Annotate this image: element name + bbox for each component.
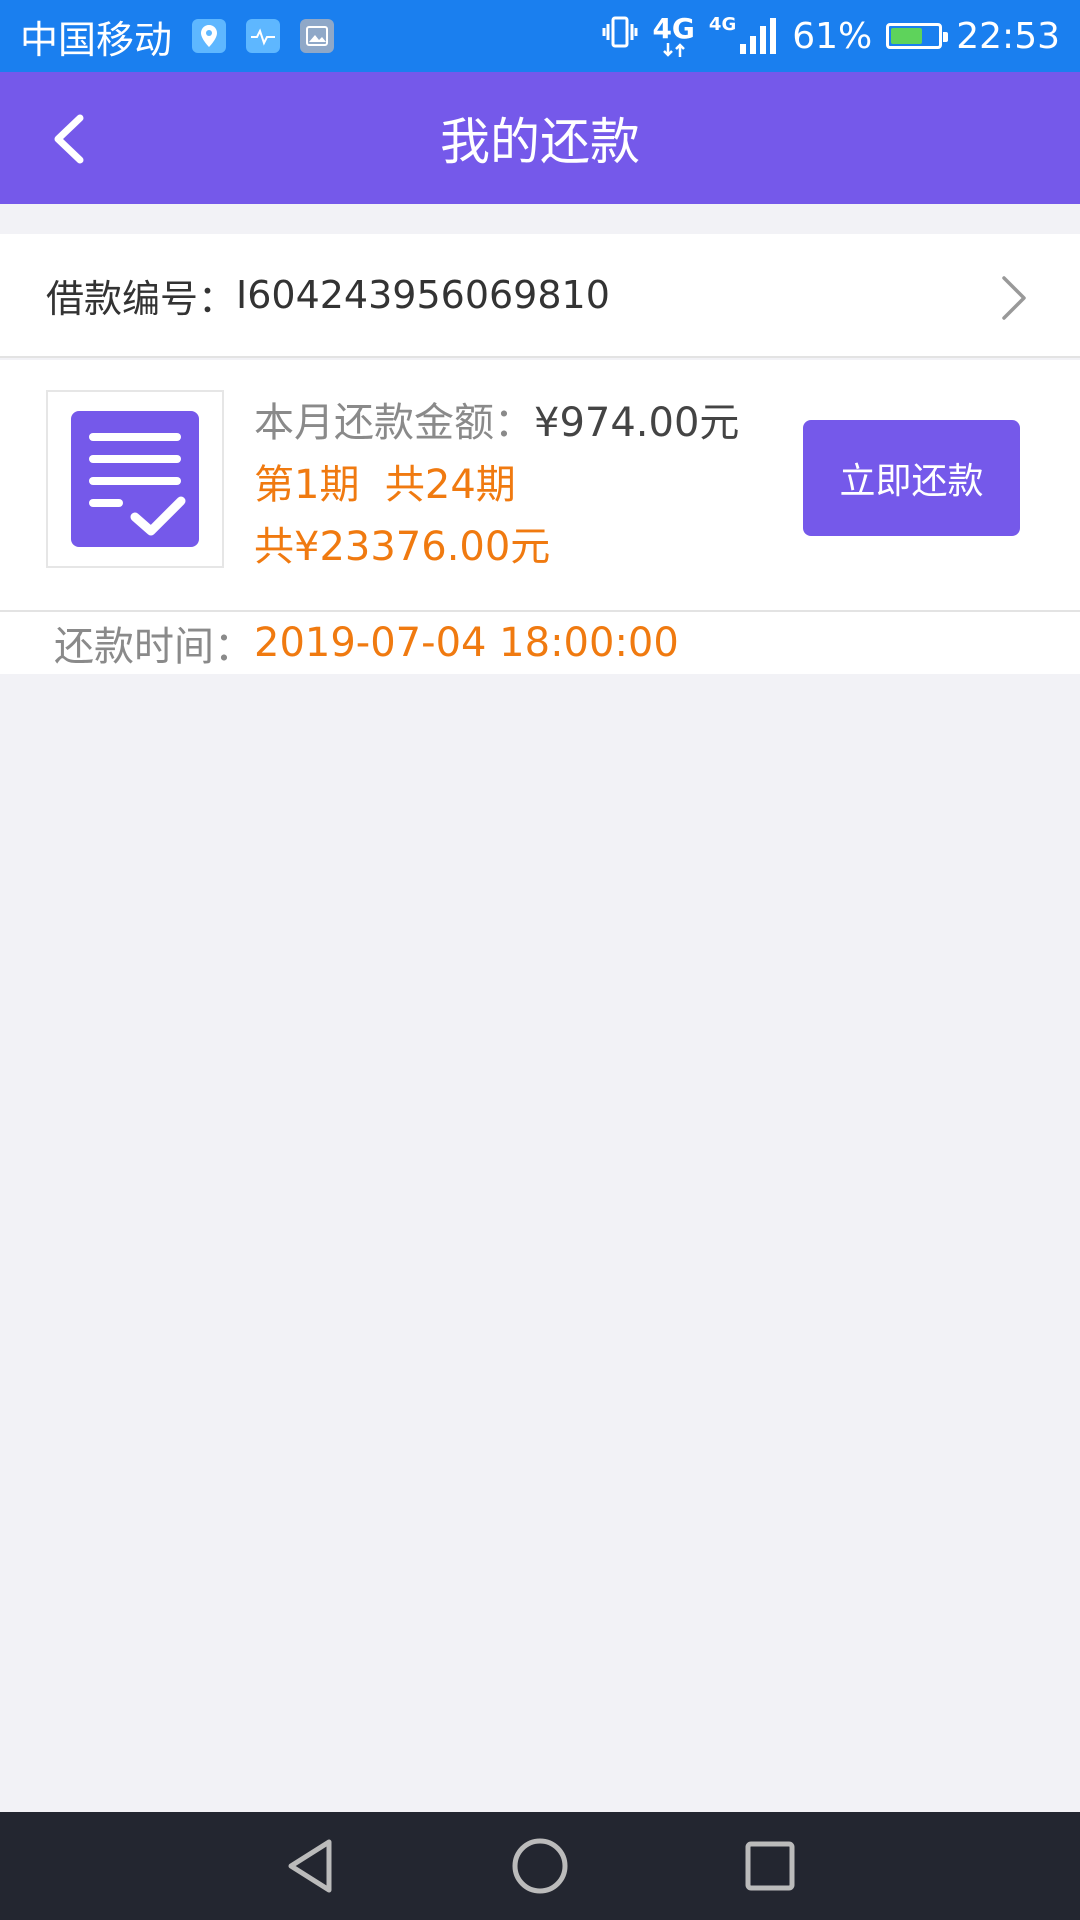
monthly-amount-label: 本月还款金额： [254,400,534,446]
signal-icon: 4G [709,16,778,56]
health-app-icon [246,19,281,53]
square-recents-icon [745,1841,795,1891]
document-check-icon [71,411,199,547]
battery-level-fill [891,28,922,44]
repayment-time-row: 还款时间： 2019-07-04 18:00:00 [0,612,1080,674]
repayment-info: 本月还款金额：¥974.00元 第1期 共24期 共¥23376.00元 [254,392,739,578]
total-amount: 共¥23376.00元 [254,524,551,570]
circle-home-icon [512,1838,568,1894]
repayment-time-label: 还款时间： [54,624,254,670]
monthly-amount-line: 本月还款金额：¥974.00元 [254,392,739,454]
clock: 22:53 [956,15,1060,57]
page-title: 我的还款 [440,113,640,171]
vibrate-icon [602,14,638,59]
system-navigation-bar [0,1812,1080,1920]
period-total: 共24期 [384,462,516,508]
bill-thumbnail [46,390,224,568]
status-bar: 中国移动 4G 4G 61% 22:53 [0,0,1080,72]
location-app-icon [192,19,227,53]
repayment-card: 本月还款金额：¥974.00元 第1期 共24期 共¥23376.00元 立即还… [0,360,1080,612]
app-header: 我的还款 [0,72,1080,204]
network-4g-icon: 4G [652,12,695,57]
chevron-left-icon [54,114,84,164]
battery-percent: 61% [792,15,873,57]
repayment-time-value: 2019-07-04 18:00:00 [254,620,679,666]
pay-now-button[interactable]: 立即还款 [803,420,1020,536]
period-line: 第1期 共24期 [254,454,739,516]
network-4g-small-label: 4G [708,14,737,35]
nav-recents-button[interactable] [740,1836,800,1896]
chevron-right-icon [1000,274,1028,322]
triangle-back-icon [288,1839,332,1893]
loan-number-row[interactable]: 借款编号： I604243956069810 [0,234,1080,358]
period-current: 第1期 [254,462,360,508]
monthly-amount-value: ¥974.00元 [534,400,740,446]
carrier-name: 中国移动 [20,17,173,62]
nav-home-button[interactable] [510,1836,570,1896]
gallery-app-icon [300,19,335,53]
back-button[interactable] [48,112,88,166]
network-4g-label: 4G [652,12,695,45]
loan-number-value: I604243956069810 [236,273,610,317]
loan-number-label: 借款编号： [46,276,237,321]
nav-back-button[interactable] [280,1836,340,1896]
battery-icon [886,23,949,49]
